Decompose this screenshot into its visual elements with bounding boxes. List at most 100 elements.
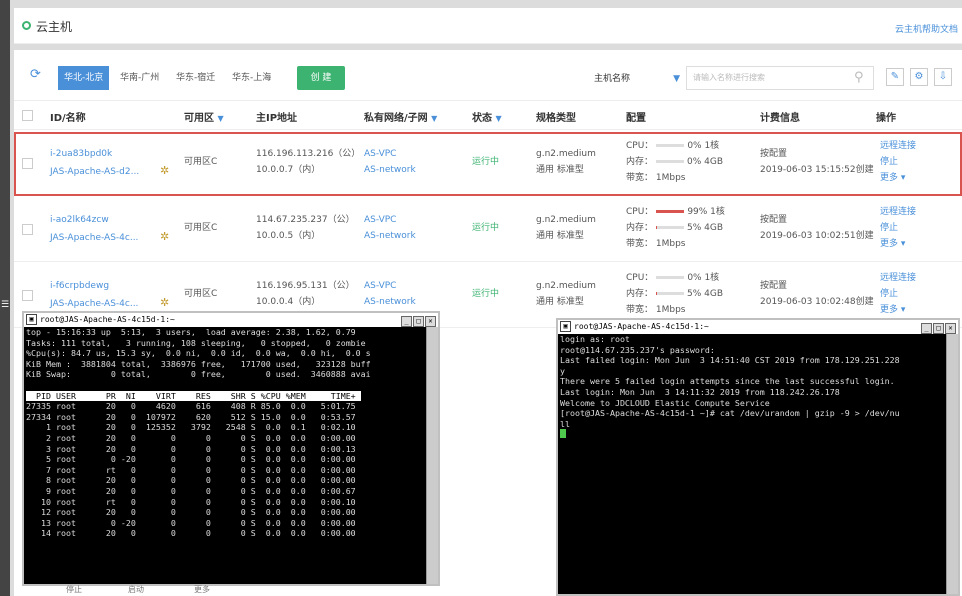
subnet-link[interactable]: AS-network xyxy=(364,162,416,178)
created-time: 2019-06-03 15:15:52创建 xyxy=(760,165,874,175)
cpu-value: 0% 1核 xyxy=(687,141,720,151)
bandwidth-value: 带宽： 1Mbps xyxy=(626,305,686,315)
subnet-link[interactable]: AS-network xyxy=(364,228,416,244)
region-tab-shanghai[interactable]: 华东-上海 xyxy=(226,66,277,90)
mem-value: 5% 4GB xyxy=(687,289,724,299)
help-doc-link[interactable]: 云主机帮助文档 xyxy=(895,22,958,35)
scrollbar[interactable] xyxy=(946,334,958,594)
instance-id-link[interactable]: i-2ua83bpd0k xyxy=(50,146,112,162)
terminal-output: login as: root root@114.67.235.237's pas… xyxy=(558,334,958,441)
search-input[interactable]: 请输入名称进行搜索 xyxy=(686,66,874,90)
region-tab-suqian[interactable]: 华东-宿迁 xyxy=(170,66,221,90)
instance-name-link[interactable]: JAS-Apache-AS-4c... xyxy=(50,296,138,312)
search-icon[interactable]: ⚲ xyxy=(854,70,864,85)
col-header-spec: 规格类型 xyxy=(536,113,576,124)
terminal-title: root@JAS-Apache-AS-4c15d-1:~ xyxy=(574,322,709,331)
process-row: 13 root 0 -20 0 0 0 S 0.0 0.0 0:00.00 xyxy=(26,517,356,528)
stop-button[interactable]: 停止 xyxy=(66,584,82,595)
terminal-titlebar[interactable]: ▣ root@JAS-Apache-AS-4c15d-1:~ _ □ ✕ xyxy=(24,313,438,327)
billing-type: 按配置 xyxy=(760,215,788,225)
create-button[interactable]: 创 建 xyxy=(297,66,345,90)
terminal-output: top - 15:16:33 up 5:13, 3 users, load av… xyxy=(24,327,438,539)
edit-icon[interactable]: ✎ xyxy=(886,68,904,86)
table-row[interactable]: i-ao2lk64zcw JAS-Apache-AS-4c... ✲ 可用区C … xyxy=(14,198,962,262)
close-icon[interactable]: ✕ xyxy=(425,316,436,327)
cpu-value: 0% 1核 xyxy=(687,273,720,283)
instance-name-link[interactable]: JAS-Apache-AS-4c... xyxy=(50,230,138,246)
remote-connect-link[interactable]: 远程连接 xyxy=(880,204,916,220)
region-tab-guangzhou[interactable]: 华南-广州 xyxy=(114,66,165,90)
instance-id-link[interactable]: i-f6crpbdewg xyxy=(50,278,109,294)
scrollbar[interactable] xyxy=(426,327,438,584)
refresh-icon[interactable]: ⟳ xyxy=(30,68,44,82)
vpc-link[interactable]: AS-VPC xyxy=(364,278,396,294)
stop-link[interactable]: 停止 xyxy=(880,154,898,170)
cpu-label: CPU： xyxy=(626,141,654,151)
more-actions-link[interactable]: 更多 ▾ xyxy=(880,236,905,252)
terminal-window-top[interactable]: ▣ root@JAS-Apache-AS-4c15d-1:~ _ □ ✕ top -… xyxy=(22,311,440,586)
gear-icon[interactable]: ⚙ xyxy=(910,68,928,86)
maximize-icon[interactable]: □ xyxy=(413,316,424,327)
vpc-link[interactable]: AS-VPC xyxy=(364,212,396,228)
terminal-line: There were 5 failed login attempts since… xyxy=(560,376,895,387)
instance-name-link[interactable]: JAS-Apache-AS-d2... xyxy=(50,164,139,180)
search-field-select[interactable]: 主机名称 ▼ xyxy=(590,68,686,90)
menu-icon[interactable]: ☰ xyxy=(1,300,9,310)
chevron-down-icon: ▾ xyxy=(898,305,906,315)
select-all-checkbox[interactable] xyxy=(22,110,33,121)
private-ip: 10.0.0.4（内） xyxy=(256,297,321,307)
process-table-header: PID USER PR NI VIRT RES SHR S %CPU %MEM … xyxy=(26,390,361,401)
instance-id-link[interactable]: i-ao2lk64zcw xyxy=(50,212,109,228)
start-button[interactable]: 启动 xyxy=(128,584,144,595)
billing-type: 按配置 xyxy=(760,149,788,159)
more-button[interactable]: 更多 xyxy=(194,584,210,595)
row-checkbox[interactable] xyxy=(22,158,33,169)
mem-bar xyxy=(656,226,685,229)
status-badge: 运行中 xyxy=(472,289,500,299)
terminal-titlebar[interactable]: ▣ root@JAS-Apache-AS-4c15d-1:~ _ □ ✕ xyxy=(558,320,958,334)
terminal-line: Last failed login: Mon Jun 3 14:51:40 CS… xyxy=(560,355,900,366)
spec-type: 通用 标准型 xyxy=(536,231,584,241)
col-header-zone[interactable]: 可用区 ▼ xyxy=(184,109,224,124)
terminal-line: [root@JAS-Apache-AS-4c15d-1 ~]# cat /dev… xyxy=(560,408,900,419)
putty-icon: ▣ xyxy=(26,314,37,325)
col-header-status[interactable]: 状态 ▼ xyxy=(472,109,502,124)
more-actions-link[interactable]: 更多 ▾ xyxy=(880,302,905,318)
process-row: 10 root rt 0 0 0 0 S 0.0 0.0 0:00.10 xyxy=(26,496,356,507)
private-ip: 10.0.0.5（内） xyxy=(256,231,321,241)
more-actions-link[interactable]: 更多 ▾ xyxy=(880,170,905,186)
remote-connect-link[interactable]: 远程连接 xyxy=(880,138,916,154)
more-label: 更多 xyxy=(880,239,899,249)
col-header-vpc[interactable]: 私有网络/子网 ▼ xyxy=(364,109,437,124)
os-logo-icon: ✲ xyxy=(160,296,170,309)
row-checkbox[interactable] xyxy=(22,224,33,235)
vpc-link[interactable]: AS-VPC xyxy=(364,146,396,162)
remote-connect-link[interactable]: 远程连接 xyxy=(880,270,916,286)
spec-type: 通用 标准型 xyxy=(536,297,584,307)
chevron-down-icon: ▾ xyxy=(898,239,906,249)
stop-link[interactable]: 停止 xyxy=(880,220,898,236)
mem-usage: 内存： 5% 4GB xyxy=(626,286,723,302)
sort-icon: ▼ xyxy=(217,114,224,123)
col-header-zone-label: 可用区 xyxy=(184,113,214,124)
process-row: 3 root 20 0 0 0 0 S 0.0 0.0 0:00.13 xyxy=(26,443,356,454)
table-row[interactable]: i-2ua83bpd0k JAS-Apache-AS-d2... ✲ 可用区C … xyxy=(14,132,962,196)
export-icon[interactable]: ⇩ xyxy=(934,68,952,86)
process-row: 7 root rt 0 0 0 0 S 0.0 0.0 0:00.00 xyxy=(26,464,356,475)
terminal-window-right[interactable]: ▣ root@JAS-Apache-AS-4c15d-1:~ _ □ ✕ login… xyxy=(556,318,960,596)
zone-value: 可用区C xyxy=(184,157,218,167)
left-edge-strip: ☰ xyxy=(0,0,10,596)
close-icon[interactable]: ✕ xyxy=(945,323,956,334)
subnet-link[interactable]: AS-network xyxy=(364,294,416,310)
maximize-icon[interactable]: □ xyxy=(933,323,944,334)
region-tab-beijing[interactable]: 华北-北京 xyxy=(58,66,110,90)
mem-label: 内存： xyxy=(626,223,654,233)
mem-bar xyxy=(656,160,685,163)
process-row: 1 root 20 0 125352 3792 2548 S 0.0 0.1 0… xyxy=(26,422,356,433)
minimize-icon[interactable]: _ xyxy=(921,323,932,334)
minimize-icon[interactable]: _ xyxy=(401,316,412,327)
spec-value: g.n2.medium xyxy=(536,149,596,159)
zone-value: 可用区C xyxy=(184,223,218,233)
stop-link[interactable]: 停止 xyxy=(880,286,898,302)
row-checkbox[interactable] xyxy=(22,290,33,301)
